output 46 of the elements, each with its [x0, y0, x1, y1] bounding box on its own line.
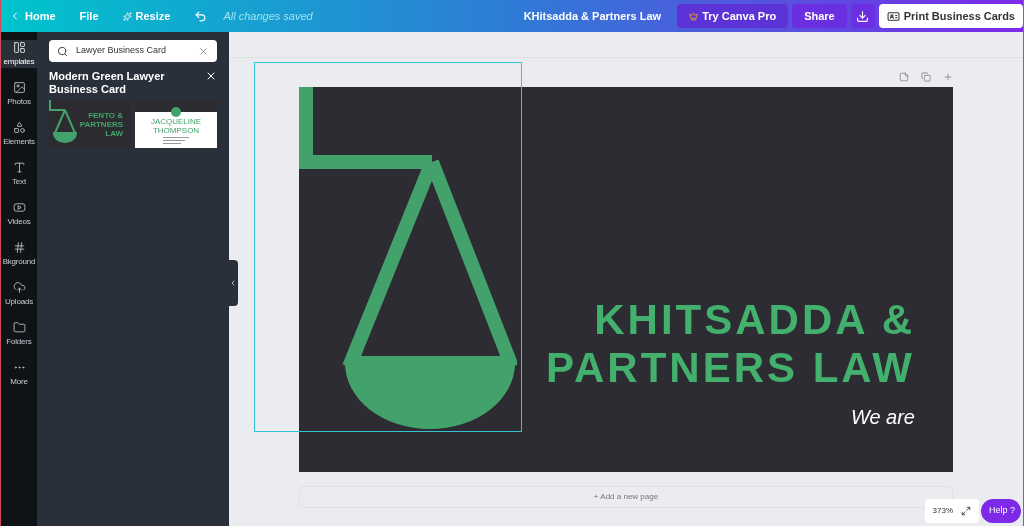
text-icon	[12, 161, 26, 174]
video-icon	[12, 201, 26, 214]
close-icon[interactable]	[205, 70, 217, 82]
folder-icon	[12, 321, 26, 334]
layout-icon	[12, 41, 26, 54]
card-title: KHITSADDA &	[594, 296, 915, 344]
download-icon	[856, 9, 870, 23]
collapse-handle[interactable]	[228, 260, 238, 306]
undo-icon[interactable]	[194, 9, 208, 23]
thumbnail-title: FENTO & PARTNERS LAW	[78, 110, 124, 138]
add-page-button[interactable]: + Add a new page	[299, 486, 953, 508]
try-pro-button[interactable]: Try Canva Pro	[677, 4, 789, 28]
fullscreen-icon[interactable]	[961, 506, 971, 516]
rail-item[interactable]: Text	[1, 160, 37, 188]
rail-item[interactable]: Photos	[1, 80, 37, 108]
upload-icon	[12, 281, 26, 294]
search-icon	[57, 45, 68, 57]
clear-icon[interactable]	[198, 45, 209, 57]
document-title: KHitsadda & Partners Law	[523, 8, 662, 24]
thumbnail-name: JACQUELINE THOMPSON	[149, 117, 203, 135]
rail-item[interactable]: emplates	[1, 40, 37, 68]
selection-frame[interactable]	[254, 62, 522, 432]
rail-item[interactable]: Bkground	[1, 240, 37, 268]
crown-icon	[689, 11, 699, 21]
search-field[interactable]: Lawyer Business Card	[49, 40, 217, 62]
rail-item[interactable]: Uploads	[1, 280, 37, 308]
contact-lines-drawing	[161, 135, 192, 145]
share-button[interactable]: Share	[792, 4, 847, 28]
shapes-icon	[12, 121, 26, 134]
save-status: All changes saved	[223, 8, 313, 24]
rail-item[interactable]: More	[1, 360, 37, 388]
card-subtitle: We are	[850, 405, 915, 430]
rail-item[interactable]: Videos	[1, 200, 37, 228]
zoom-level[interactable]: 373%	[932, 505, 953, 517]
rail-item[interactable]: Folders	[1, 320, 37, 348]
hatch-icon	[12, 241, 26, 254]
sparkle-icon	[122, 11, 132, 21]
card-icon	[886, 9, 900, 23]
image-icon	[12, 81, 26, 94]
help-button[interactable]: Help ?	[981, 499, 1021, 523]
download-button[interactable]	[850, 4, 875, 28]
rail-item[interactable]: Elements	[1, 120, 37, 148]
print-button[interactable]: Print Business Cards	[878, 4, 1023, 28]
card-title: PARTNERS LAW	[546, 344, 915, 392]
template-thumbnail[interactable]: FENTO & PARTNERS LAW	[49, 100, 132, 148]
panel-heading: Modern Green Lawyer Business Card	[49, 70, 166, 96]
